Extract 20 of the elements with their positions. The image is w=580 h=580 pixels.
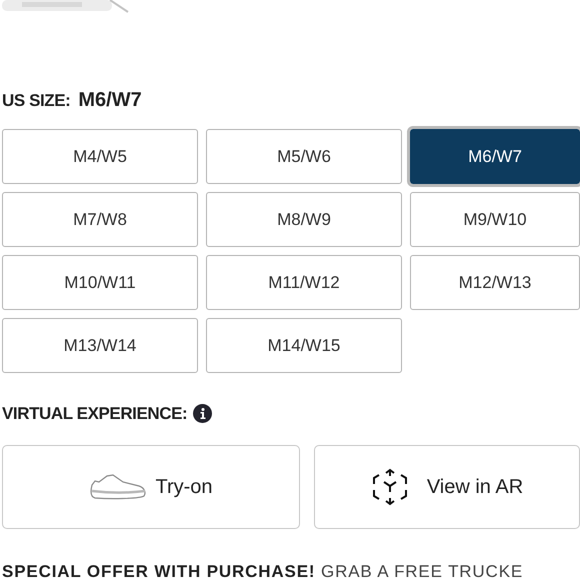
size-option[interactable]: M14/W15 — [206, 318, 402, 373]
size-option[interactable]: M11/W12 — [206, 255, 402, 310]
size-option[interactable]: M5/W6 — [206, 129, 402, 184]
sneaker-icon — [89, 472, 148, 500]
size-option[interactable]: M8/W9 — [206, 192, 402, 247]
size-option[interactable]: M12/W13 — [410, 255, 580, 310]
size-option[interactable]: M4/W5 — [2, 129, 198, 184]
size-option[interactable]: M10/W11 — [2, 255, 198, 310]
selected-size: M6/W7 — [78, 88, 142, 113]
size-option[interactable]: M6/W7 — [410, 129, 580, 184]
info-icon[interactable] — [193, 404, 212, 424]
view-in-ar-button[interactable]: View in AR — [314, 444, 580, 528]
size-option[interactable]: M7/W8 — [2, 192, 198, 247]
special-offer-text: SPECIAL OFFER WITH PURCHASE! GRAB A FREE TRUCKE — [1, 560, 524, 580]
virtual-experience-label: VIRTUAL EXPERIENCE: — [2, 403, 188, 425]
try-on-button[interactable]: Try-on — [2, 444, 300, 528]
size-label: US SIZE: — [2, 90, 70, 112]
cube-icon — [370, 468, 409, 506]
size-option[interactable]: M13/W14 — [2, 318, 198, 373]
size-option[interactable]: M9/W10 — [410, 192, 580, 247]
